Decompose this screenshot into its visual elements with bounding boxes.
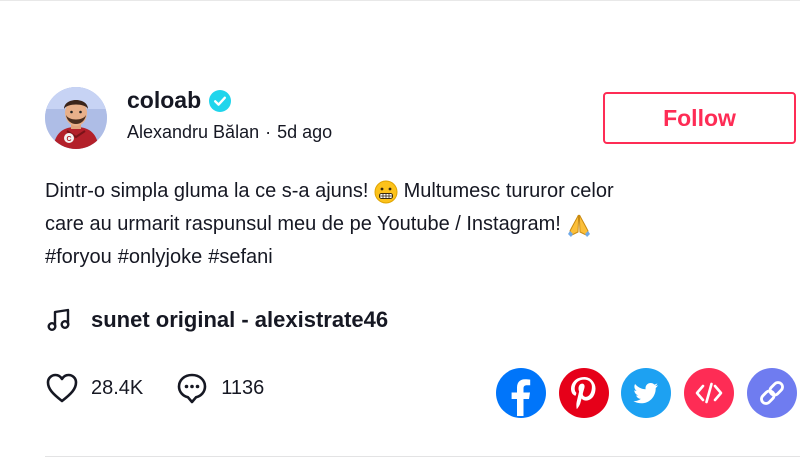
description-text-2: care au urmarit raspunsul meu de pe Yout… [45,213,567,235]
description-text-1b: Multumesc tururor celor [398,180,614,202]
display-name: Alexandru Bălan [127,122,260,142]
description-line-2: care au urmarit raspunsul meu de pe Yout… [45,208,745,241]
music-note-icon [47,308,70,332]
heart-icon[interactable] [45,372,79,404]
follow-button[interactable]: Follow [603,92,796,144]
embed-code-icon [695,382,723,404]
hashtag-sefani[interactable]: #sefani [208,241,273,274]
svg-text:C: C [66,136,71,143]
verified-badge-icon [209,89,232,112]
music-link[interactable]: sunet original - alexistrate46 [45,306,388,334]
post-time: 5d ago [277,122,333,142]
username-row[interactable]: coloab [127,87,232,114]
twitter-icon [633,383,658,404]
separator: · [265,122,272,142]
share-copy-link-button[interactable] [747,368,797,418]
share-embed-button[interactable] [684,368,734,418]
description-line-1: Dintr-o simpla gluma la ce s-a ajuns! Mu… [45,175,745,208]
comment-stat[interactable]: 1136 [175,371,264,405]
share-pinterest-button[interactable] [559,368,609,418]
like-count: 28.4K [91,376,144,399]
grimacing-emoji-icon [374,180,398,204]
hashtag-foryou[interactable]: #foryou [45,241,112,274]
comment-icon[interactable] [175,371,209,405]
share-facebook-button[interactable] [496,368,546,418]
hashtag-list: #foryou #onlyjoke #sefani [45,241,745,274]
top-divider [0,0,800,1]
hashtag-onlyjoke[interactable]: #onlyjoke [118,241,203,274]
facebook-icon [511,379,531,416]
description-text-1: Dintr-o simpla gluma la ce s-a ajuns! [45,180,375,202]
post-description: Dintr-o simpla gluma la ce s-a ajuns! Mu… [45,175,745,274]
author-subline: Alexandru Bălan · 5d ago [127,122,332,143]
avatar[interactable]: C [45,87,107,149]
folded-hands-emoji-icon [568,214,591,237]
pinterest-icon [571,377,596,410]
link-icon [760,381,784,405]
comment-count: 1136 [221,376,265,399]
share-twitter-button[interactable] [621,368,671,418]
bottom-divider [45,456,800,457]
like-stat[interactable]: 28.4K [45,372,143,404]
engagement-stats: 28.4K 1136 [45,371,296,405]
music-title[interactable]: sunet original - alexistrate46 [91,307,388,333]
username[interactable]: coloab [127,87,201,114]
